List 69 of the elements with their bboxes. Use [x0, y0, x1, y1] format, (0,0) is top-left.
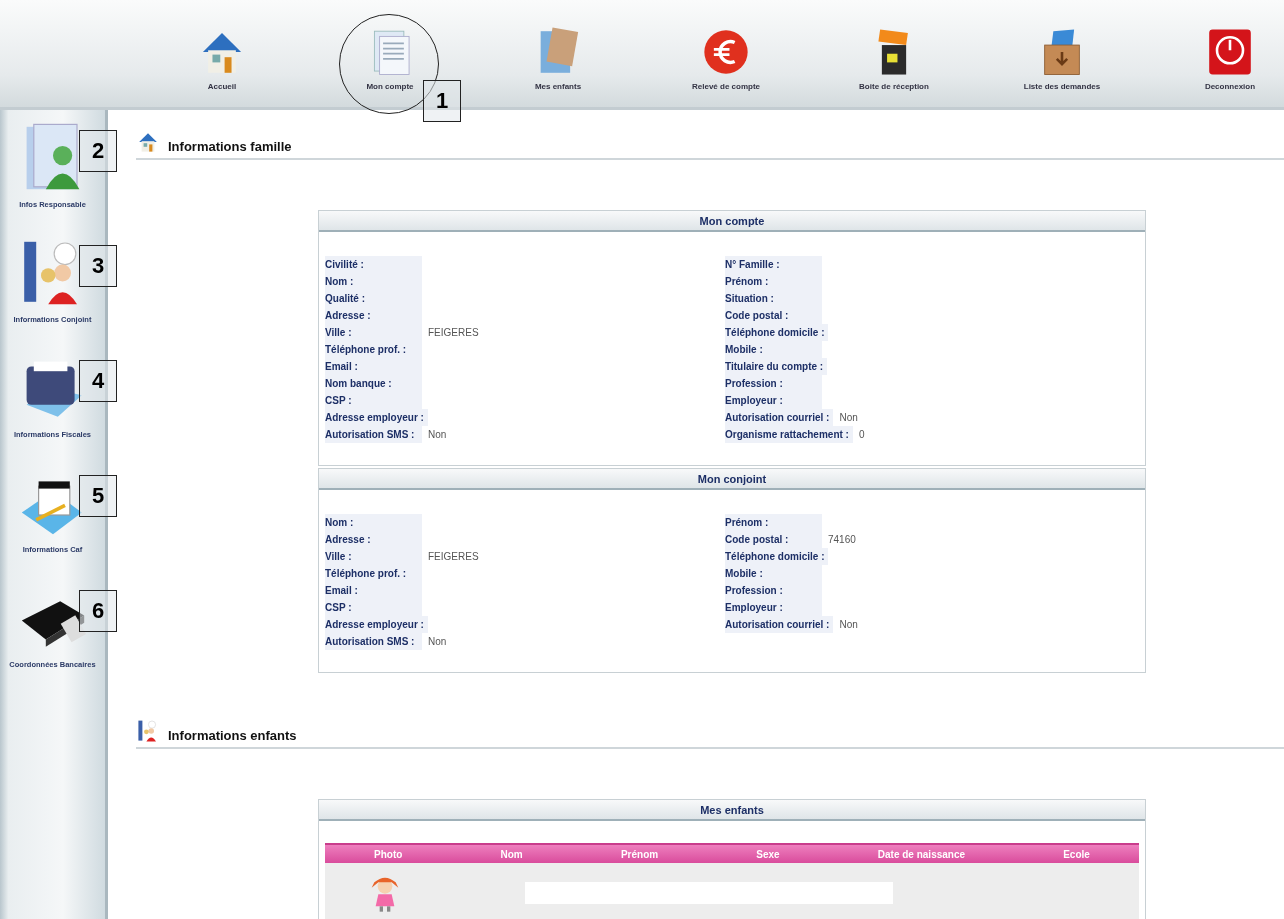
field-label: Adresse employeur :	[325, 409, 428, 426]
section-title: Informations famille	[168, 139, 292, 154]
field-label: Email :	[325, 582, 422, 599]
field-label: Titulaire du compte :	[725, 358, 828, 375]
field-value: Non	[838, 619, 858, 630]
field-label: Qualité :	[325, 290, 422, 307]
column-header: Nom	[500, 848, 523, 860]
field-label: Situation :	[725, 290, 822, 307]
field-label: Code postal :	[725, 531, 822, 548]
field-label: Employeur :	[725, 392, 822, 409]
field-label: Profession :	[725, 375, 822, 392]
field-label: Mobile :	[725, 565, 822, 582]
nav-link[interactable]: Mes enfants	[534, 82, 582, 91]
nav-link[interactable]: Accueil	[207, 82, 237, 91]
column-header: Date de naissance	[877, 848, 966, 860]
field-value: 0	[857, 429, 865, 440]
field-value: Non	[427, 636, 447, 647]
field-label: Téléphone domicile :	[725, 324, 829, 341]
field-label: Employeur :	[725, 599, 822, 616]
field-value: 74160	[827, 534, 856, 545]
field-label: Mobile :	[725, 341, 822, 358]
field-label: Adresse :	[325, 307, 422, 324]
card-header: Mes enfants	[319, 800, 1145, 821]
field-label: Adresse employeur :	[325, 616, 428, 633]
field-label: Téléphone domicile :	[725, 548, 829, 565]
field-value: FEIGERES	[427, 327, 479, 338]
field-label: Téléphone prof. :	[325, 565, 422, 582]
column-header: Prénom	[620, 848, 659, 860]
field-label: Ville :	[325, 324, 422, 341]
field-label: Prénom :	[725, 273, 822, 290]
field-value: Non	[838, 412, 858, 423]
field-label: CSP :	[325, 392, 422, 409]
callout-number: 4	[79, 360, 117, 402]
nav-link[interactable]: Liste des demandes	[1023, 82, 1101, 91]
column-header: Sexe	[756, 848, 780, 860]
callout-number: 2	[79, 130, 117, 172]
field-label: Email :	[325, 358, 422, 375]
field-label: Profession :	[725, 582, 822, 599]
field-label: Autorisation courriel :	[725, 616, 834, 633]
field-value: Non	[427, 429, 447, 440]
nav-link[interactable]: Mon compte	[366, 82, 414, 91]
field-label: Organisme rattachement :	[725, 426, 853, 443]
callout-number: 3	[79, 245, 117, 287]
field-label: Code postal :	[725, 307, 822, 324]
field-value: FEIGERES	[427, 551, 479, 562]
field-label: Nom :	[325, 514, 422, 531]
field-label: Autorisation courriel :	[725, 409, 834, 426]
field-label: Ville :	[325, 548, 422, 565]
field-label: Autorisation SMS :	[325, 426, 422, 443]
callout-number: 6	[79, 590, 117, 632]
column-header: Photo	[374, 848, 403, 860]
field-label: Nom :	[325, 273, 422, 290]
field-label: Prénom :	[725, 514, 822, 531]
field-label: Autorisation SMS :	[325, 633, 422, 650]
field-label: Adresse :	[325, 531, 422, 548]
column-header: Ecole	[1063, 848, 1090, 860]
field-label: CSP :	[325, 599, 422, 616]
card-header: Mon compte	[319, 211, 1145, 232]
card-header: Mon conjoint	[319, 469, 1145, 490]
callout-number: 5	[79, 475, 117, 517]
nav-link[interactable]: Relevé de compte	[692, 82, 760, 91]
section-title: Informations enfants	[168, 728, 297, 743]
nav-link[interactable]: Boite de réception	[859, 82, 929, 91]
nav-link[interactable]: Deconnexion	[1204, 82, 1256, 91]
field-label: Nom banque :	[325, 375, 422, 392]
field-label: Civilité :	[325, 256, 422, 273]
callout-number: 1	[423, 80, 461, 122]
field-label: Téléphone prof. :	[325, 341, 422, 358]
field-label: N° Famille :	[725, 256, 822, 273]
